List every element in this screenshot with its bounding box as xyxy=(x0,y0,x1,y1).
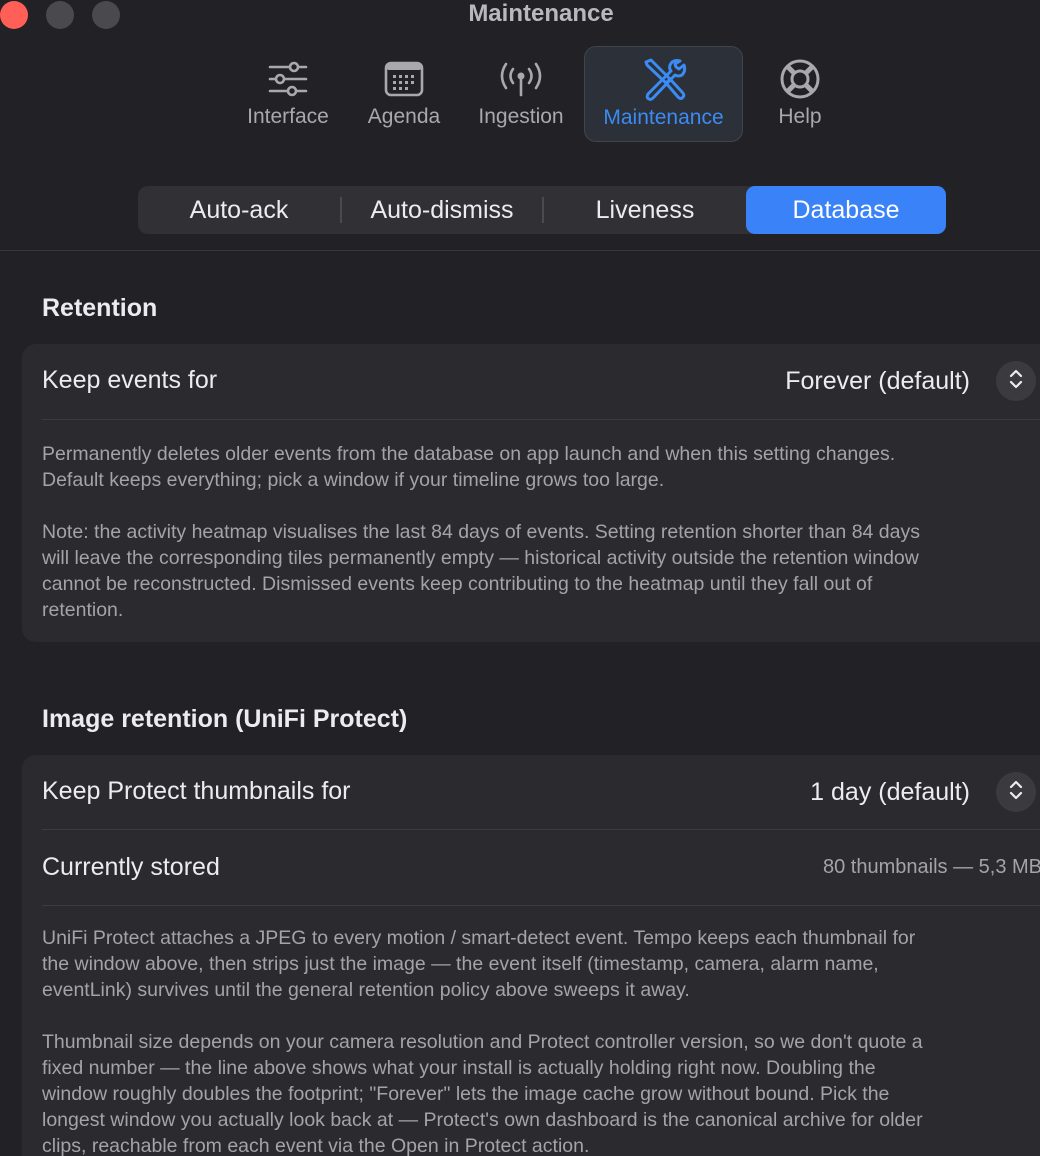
antenna-icon xyxy=(497,56,545,102)
tab-auto-ack[interactable]: Auto-ack xyxy=(138,186,340,234)
desc-line: longest window you actually look back at… xyxy=(42,1109,923,1131)
desc-line: Note: the activity heatmap visualises th… xyxy=(42,521,920,543)
window-title: Maintenance xyxy=(468,0,614,27)
desc-line: retention. xyxy=(42,599,124,621)
desc-line: fixed number — the line above shows what… xyxy=(42,1057,876,1079)
tab-database[interactable]: Database xyxy=(746,186,946,234)
retention-description: Permanently deletes older events from th… xyxy=(42,441,1040,493)
row-divider xyxy=(42,419,1040,420)
toolbar-item-help[interactable]: Help xyxy=(760,46,840,142)
toolbar-item-ingestion[interactable]: Ingestion xyxy=(466,46,576,142)
desc-line: eventLink) survives until the general re… xyxy=(42,979,690,1001)
tools-icon xyxy=(640,57,688,103)
keep-thumbnails-popup-button[interactable] xyxy=(996,772,1036,812)
chevron-up-down-icon xyxy=(1008,779,1024,806)
tab-liveness[interactable]: Liveness xyxy=(544,186,746,234)
desc-line: Thumbnail size depends on your camera re… xyxy=(42,1031,923,1053)
desc-line: clips, reachable from each event via the… xyxy=(42,1135,590,1156)
toolbar-label-ingestion: Ingestion xyxy=(478,105,564,128)
preferences-toolbar: Interface Agenda Ingestion Maintenance H… xyxy=(0,46,1040,142)
keep-events-label: Keep events for xyxy=(42,366,218,394)
settings-window: Maintenance Interface Agenda Ingestion M… xyxy=(0,0,1040,1156)
retention-heatmap-note: Note: the activity heatmap visualises th… xyxy=(42,519,1040,623)
toolbar-item-interface[interactable]: Interface xyxy=(232,46,344,142)
keep-thumbnails-value[interactable]: 1 day (default) xyxy=(810,778,970,807)
currently-stored-value: 80 thumbnails — 5,3 MB xyxy=(823,856,1040,878)
currently-stored-label: Currently stored xyxy=(42,853,220,881)
chevron-up-down-icon xyxy=(1008,368,1024,395)
keep-events-popup-button[interactable] xyxy=(996,361,1036,401)
tab-auto-dismiss[interactable]: Auto-dismiss xyxy=(342,186,542,234)
row-divider xyxy=(42,829,1040,830)
retention-card: Keep events for Forever (default) Perman… xyxy=(22,344,1040,642)
desc-line: will leave the corresponding tiles perma… xyxy=(42,547,919,569)
calendar-icon xyxy=(380,56,428,102)
image-retention-card: Keep Protect thumbnails for 1 day (defau… xyxy=(22,755,1040,1156)
image-retention-section-title: Image retention (UniFi Protect) xyxy=(42,705,408,733)
toolbar-label-maintenance: Maintenance xyxy=(603,106,724,129)
row-divider xyxy=(42,905,1040,906)
retention-section-title: Retention xyxy=(42,294,158,322)
toolbar-item-maintenance[interactable]: Maintenance xyxy=(584,46,743,142)
desc-line: window roughly doubles the footprint; "F… xyxy=(42,1083,890,1105)
desc-line: UniFi Protect attaches a JPEG to every m… xyxy=(42,927,916,949)
desc-line: cannot be reconstructed. Dismissed event… xyxy=(42,573,873,595)
toolbar-label-interface: Interface xyxy=(247,105,329,128)
toolbar-item-agenda[interactable]: Agenda xyxy=(356,46,452,142)
desc-line: the window above, then strips just the i… xyxy=(42,953,879,975)
header-divider xyxy=(0,250,1040,251)
thumbnail-size-note: Thumbnail size depends on your camera re… xyxy=(42,1029,1040,1156)
desc-line: Default keeps everything; pick a window … xyxy=(42,469,665,491)
lifebuoy-icon xyxy=(776,56,824,102)
sliders-icon xyxy=(264,56,312,102)
title-bar: Maintenance xyxy=(0,0,1040,30)
toolbar-label-help: Help xyxy=(778,105,822,128)
keep-thumbnails-label: Keep Protect thumbnails for xyxy=(42,777,351,805)
desc-line: Permanently deletes older events from th… xyxy=(42,443,896,465)
toolbar-label-agenda: Agenda xyxy=(367,105,441,128)
keep-events-value[interactable]: Forever (default) xyxy=(785,367,970,396)
image-retention-description: UniFi Protect attaches a JPEG to every m… xyxy=(42,925,1040,1003)
section-tabs: Auto-ack Auto-dismiss Liveness Database xyxy=(138,186,946,234)
